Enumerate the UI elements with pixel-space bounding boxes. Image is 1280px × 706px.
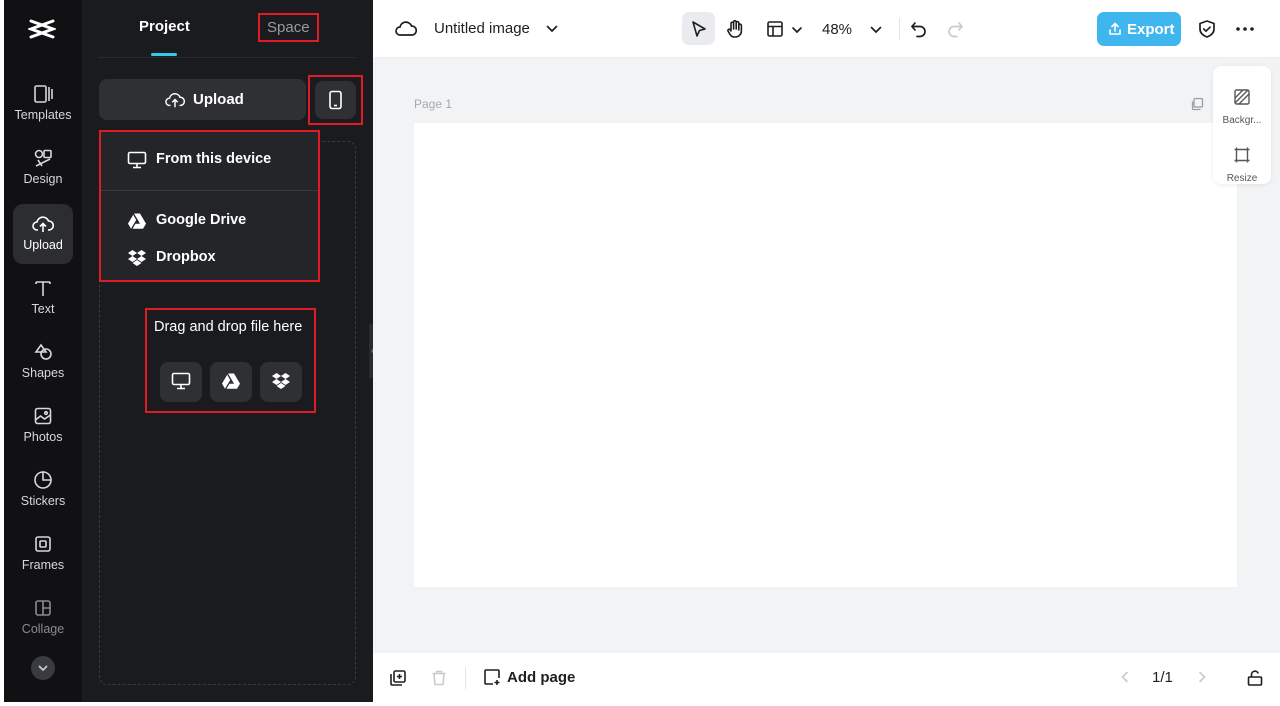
text-icon <box>35 281 51 296</box>
upload-cloud-icon <box>165 93 185 108</box>
canvas-side-tools: Backgr... Resize <box>1213 66 1271 184</box>
google-drive-upload-button[interactable] <box>210 362 252 402</box>
cloud-sync-icon[interactable] <box>395 19 417 39</box>
rail-item-design[interactable]: Design <box>13 138 73 198</box>
page-canvas[interactable] <box>414 123 1237 587</box>
upload-source-menu: From this device Google Drive Dropbox <box>99 130 320 282</box>
upload-button-label: Upload <box>193 91 244 108</box>
duplicate-page-icon[interactable] <box>1190 97 1204 111</box>
chevron-down-icon <box>38 665 48 672</box>
dropbox-icon <box>272 373 290 389</box>
page-indicator: 1/1 <box>1152 669 1173 686</box>
rail-label: Collage <box>21 622 65 636</box>
rail-item-templates[interactable]: Templates <box>13 74 73 134</box>
rail-item-collage[interactable]: Collage <box>13 588 73 648</box>
photos-icon <box>34 407 52 425</box>
cursor-arrow-icon <box>692 21 706 37</box>
export-icon <box>1109 22 1121 35</box>
upload-cloud-icon <box>32 216 54 232</box>
shapes-icon <box>34 343 52 360</box>
rail-item-shapes[interactable]: Shapes <box>13 332 73 392</box>
design-icon <box>34 149 52 167</box>
resize-tool[interactable]: Resize <box>1213 146 1271 196</box>
google-drive-icon <box>128 213 147 229</box>
phone-button-face[interactable] <box>315 81 356 119</box>
left-rail: Templates Design Upload Text Shapes Phot… <box>4 0 82 702</box>
document-title[interactable]: Untitled image <box>434 20 530 37</box>
google-drive-icon <box>222 373 241 389</box>
hand-tool-icon[interactable] <box>725 19 745 39</box>
rail-label: Photos <box>23 430 63 444</box>
upload-panel: Project Space Upload From this device Go… <box>82 0 373 702</box>
tab-space[interactable]: Space <box>258 13 319 42</box>
rail-label: Stickers <box>20 494 66 508</box>
chevron-right-icon[interactable] <box>1195 670 1209 684</box>
dropbox-upload-button[interactable] <box>260 362 302 402</box>
stickers-icon <box>34 471 52 489</box>
drag-drop-text: Drag and drop file here <box>154 319 303 335</box>
chevron-down-icon[interactable] <box>869 23 883 37</box>
select-tool-button[interactable] <box>682 12 715 45</box>
menu-item-label: From this device <box>156 151 272 167</box>
chevron-down-icon[interactable] <box>791 24 803 36</box>
rail-label: Text <box>31 302 55 316</box>
page-label: Page 1 <box>414 97 453 111</box>
dropbox-icon <box>128 250 146 266</box>
frames-icon <box>35 536 51 552</box>
lock-icon[interactable] <box>1246 669 1264 687</box>
rail-item-photos[interactable]: Photos <box>13 396 73 456</box>
add-page-icon[interactable] <box>483 668 501 686</box>
zoom-level[interactable]: 48% <box>822 21 852 38</box>
menu-item-label: Google Drive <box>156 212 247 228</box>
panel-divider <box>98 57 356 58</box>
redo-icon[interactable] <box>945 19 965 39</box>
canvas-area[interactable]: Page 1 Backgr... Resize <box>373 58 1280 653</box>
device-upload-button[interactable] <box>160 362 202 402</box>
bottom-toolbar: Add page 1/1 <box>373 653 1280 702</box>
upload-from-phone-button[interactable] <box>308 75 363 125</box>
rail-item-frames[interactable]: Frames <box>13 524 73 584</box>
background-icon <box>1234 89 1250 105</box>
background-tool[interactable]: Backgr... <box>1213 88 1271 138</box>
more-options-icon[interactable] <box>1235 26 1255 32</box>
chevron-down-icon[interactable] <box>545 22 559 36</box>
menu-item-label: Dropbox <box>156 249 216 265</box>
app-window: Templates Design Upload Text Shapes Phot… <box>4 0 1280 702</box>
capcut-logo-icon[interactable] <box>28 16 56 42</box>
undo-icon[interactable] <box>909 19 929 39</box>
collage-icon <box>35 600 51 616</box>
rail-label: Templates <box>14 108 72 122</box>
shield-check-icon[interactable] <box>1197 19 1217 39</box>
tab-project[interactable]: Project <box>139 18 190 35</box>
rail-item-upload[interactable]: Upload <box>13 204 73 264</box>
rail-expand-button[interactable] <box>31 656 55 680</box>
add-page-button[interactable]: Add page <box>507 669 575 686</box>
phone-icon <box>329 90 342 110</box>
rail-item-text[interactable]: Text <box>13 268 73 328</box>
export-button[interactable]: Export <box>1097 12 1181 46</box>
rail-label: Frames <box>21 558 65 572</box>
background-tool-label: Backgr... <box>1222 115 1262 126</box>
upload-button[interactable]: Upload <box>99 79 306 120</box>
duplicate-page-icon[interactable] <box>389 669 407 687</box>
active-tab-indicator <box>151 53 177 56</box>
monitor-icon <box>127 151 147 169</box>
layout-icon[interactable] <box>766 20 784 38</box>
drag-and-drop-area[interactable]: Drag and drop file here <box>145 308 316 413</box>
monitor-icon <box>171 372 191 390</box>
rail-label: Upload <box>23 238 63 252</box>
resize-icon <box>1234 147 1250 163</box>
export-label: Export <box>1127 21 1175 38</box>
rail-label: Shapes <box>21 366 65 380</box>
top-toolbar: Untitled image 48% Export <box>373 0 1280 58</box>
menu-divider <box>101 190 318 191</box>
toolbar-divider <box>899 18 900 40</box>
templates-icon <box>34 85 53 103</box>
delete-page-icon[interactable] <box>430 669 448 687</box>
rail-label: Design <box>23 172 63 186</box>
resize-tool-label: Resize <box>1226 173 1258 184</box>
rail-item-stickers[interactable]: Stickers <box>13 460 73 520</box>
bottom-divider <box>465 667 466 689</box>
chevron-left-icon[interactable] <box>1118 670 1132 684</box>
